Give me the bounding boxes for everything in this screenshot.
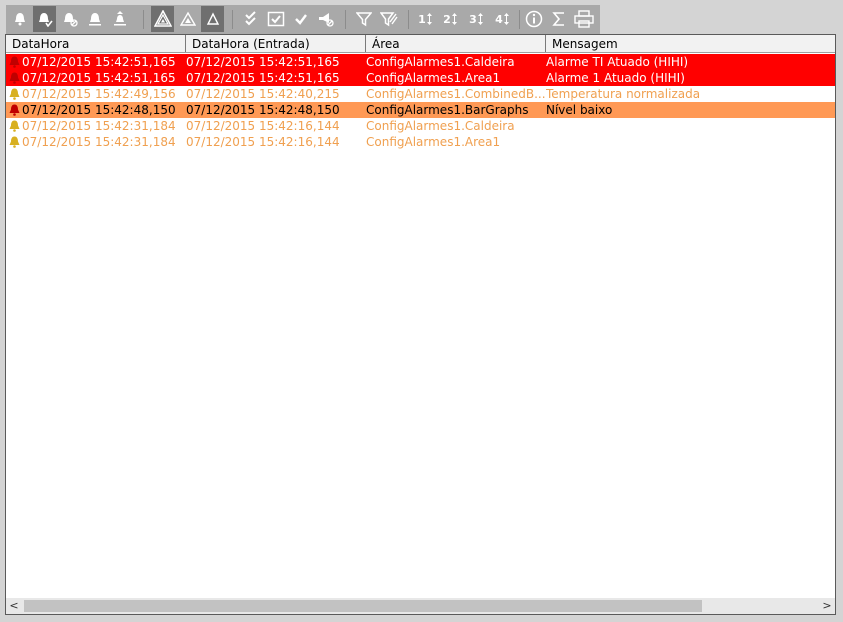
sort-3-button[interactable]: 3 xyxy=(465,6,488,32)
scroll-right-arrow[interactable]: > xyxy=(819,598,835,614)
triangle-warning-icon xyxy=(179,11,196,26)
toolbar-separator xyxy=(345,10,346,29)
megaphone-off-icon xyxy=(318,13,334,27)
cell-datahora-entrada: 07/12/2015 15:42:51,165 xyxy=(186,71,340,85)
bell-icon xyxy=(14,13,25,26)
alarm-row[interactable]: 07/12/2015 15:42:51,165 07/12/2015 15:42… xyxy=(6,70,835,86)
cell-datahora-entrada: 07/12/2015 15:42:16,144 xyxy=(186,135,340,149)
cell-datahora: 07/12/2015 15:42:48,150 xyxy=(22,103,176,117)
cell-area: ConfigAlarmes1.Area1 xyxy=(366,71,501,85)
triangle-outline-icon xyxy=(206,12,219,25)
toolbar-separator xyxy=(408,10,409,29)
sort-arrows-icon xyxy=(477,13,483,25)
cell-mensagem: Alarme TI Atuado (HIHI) xyxy=(546,55,689,69)
cell-datahora: 07/12/2015 15:42:49,156 xyxy=(22,87,176,101)
sigma-button[interactable] xyxy=(547,6,570,32)
bell-up-button[interactable] xyxy=(108,6,131,32)
grid-header: DataHora DataHora (Entrada) Área Mensage… xyxy=(6,35,835,53)
cell-datahora-entrada: 07/12/2015 15:42:48,150 xyxy=(186,103,340,117)
sort-2-label: 2 xyxy=(443,12,451,26)
cell-datahora: 07/12/2015 15:42:31,184 xyxy=(22,119,176,133)
cell-area: ConfigAlarmes1.CombinedB... xyxy=(366,87,546,101)
bell-acknowledge-icon xyxy=(38,13,53,27)
sort-3-label: 3 xyxy=(469,12,477,26)
sort-arrows-icon xyxy=(503,13,509,25)
alarm-row[interactable]: 07/12/2015 15:42:31,184 07/12/2015 15:42… xyxy=(6,118,835,134)
cell-area: ConfigAlarmes1.Caldeira xyxy=(366,119,515,133)
column-header-datahora[interactable]: DataHora xyxy=(6,35,186,52)
bell-acknowledge-button[interactable] xyxy=(33,6,56,32)
horizontal-scrollbar[interactable]: < > xyxy=(6,598,835,614)
alarm-toolbar: 1 2 3 4 xyxy=(6,5,600,34)
bell-icon xyxy=(9,104,20,116)
checkbox-button[interactable] xyxy=(264,6,287,32)
cell-datahora-entrada: 07/12/2015 15:42:16,144 xyxy=(186,119,340,133)
bell-icon xyxy=(9,72,20,84)
triangle-all-button[interactable] xyxy=(151,6,174,32)
cell-mensagem: Nível baixo xyxy=(546,103,613,117)
cell-area: ConfigAlarmes1.Area1 xyxy=(366,135,501,149)
triangle-outline-button[interactable] xyxy=(201,6,224,32)
bell-underline-icon xyxy=(88,13,101,26)
sigma-icon xyxy=(551,12,564,26)
alarm-row[interactable]: 07/12/2015 15:42:48,150 07/12/2015 15:42… xyxy=(6,102,835,118)
bell-disabled-icon xyxy=(63,13,78,27)
check-icon xyxy=(294,14,307,25)
bell-icon xyxy=(9,56,20,68)
alarm-rows: 07/12/2015 15:42:51,165 07/12/2015 15:42… xyxy=(6,54,835,150)
cell-datahora: 07/12/2015 15:42:51,165 xyxy=(22,71,176,85)
sort-1-label: 1 xyxy=(418,12,426,26)
print-icon xyxy=(573,10,594,28)
cell-mensagem xyxy=(546,118,835,134)
column-header-mensagem[interactable]: Mensagem xyxy=(546,35,835,52)
bell-icon xyxy=(9,120,20,132)
cell-datahora: 07/12/2015 15:42:31,184 xyxy=(22,135,176,149)
sort-4-button[interactable]: 4 xyxy=(491,6,514,32)
cell-mensagem: Alarme 1 Atuado (HIHI) xyxy=(546,71,685,85)
scroll-left-arrow[interactable]: < xyxy=(6,598,22,614)
toolbar-separator xyxy=(143,10,144,29)
info-button[interactable] xyxy=(522,6,545,32)
filter-clear-button[interactable] xyxy=(377,6,400,32)
column-header-datahora-entrada[interactable]: DataHora (Entrada) xyxy=(186,35,366,52)
cell-mensagem xyxy=(546,134,835,150)
bell-up-icon xyxy=(113,11,126,26)
filter-icon xyxy=(355,12,372,27)
cell-datahora-entrada: 07/12/2015 15:42:40,215 xyxy=(186,87,340,101)
sort-2-button[interactable]: 2 xyxy=(439,6,462,32)
bell-disabled-button[interactable] xyxy=(58,6,81,32)
sort-1-button[interactable]: 1 xyxy=(414,6,437,32)
filter-clear-icon xyxy=(379,12,398,27)
column-header-area[interactable]: Área xyxy=(366,35,546,52)
double-check-icon xyxy=(244,11,256,26)
alarm-row[interactable]: 07/12/2015 15:42:31,184 07/12/2015 15:42… xyxy=(6,134,835,150)
cell-area: ConfigAlarmes1.Caldeira xyxy=(366,55,515,69)
cell-datahora: 07/12/2015 15:42:51,165 xyxy=(22,55,176,69)
bell-icon xyxy=(9,136,20,148)
check-button[interactable] xyxy=(289,6,312,32)
alarm-row[interactable]: 07/12/2015 15:42:51,165 07/12/2015 15:42… xyxy=(6,54,835,70)
double-check-button[interactable] xyxy=(239,6,262,32)
alarm-grid[interactable]: DataHora DataHora (Entrada) Área Mensage… xyxy=(5,34,836,615)
alarm-row[interactable]: 07/12/2015 15:42:49,156 07/12/2015 15:42… xyxy=(6,86,835,102)
bell-underline-button[interactable] xyxy=(83,6,106,32)
print-button[interactable] xyxy=(572,6,595,32)
bell-icon xyxy=(9,88,20,100)
info-icon xyxy=(525,10,542,28)
megaphone-off-button[interactable] xyxy=(314,6,337,32)
toolbar-separator xyxy=(232,10,233,29)
checkbox-icon xyxy=(267,11,284,27)
triangle-warning-button[interactable] xyxy=(176,6,199,32)
bell-button[interactable] xyxy=(8,6,31,32)
toolbar-separator xyxy=(519,10,520,29)
sort-arrows-icon xyxy=(451,13,457,25)
triangle-all-icon xyxy=(153,10,172,27)
sort-4-label: 4 xyxy=(495,12,503,26)
sort-arrows-icon xyxy=(426,13,432,25)
scroll-thumb[interactable] xyxy=(24,600,702,612)
cell-datahora-entrada: 07/12/2015 15:42:51,165 xyxy=(186,55,340,69)
cell-area: ConfigAlarmes1.BarGraphs xyxy=(366,103,529,117)
cell-mensagem: Temperatura normalizada xyxy=(546,87,701,101)
filter-button[interactable] xyxy=(352,6,375,32)
